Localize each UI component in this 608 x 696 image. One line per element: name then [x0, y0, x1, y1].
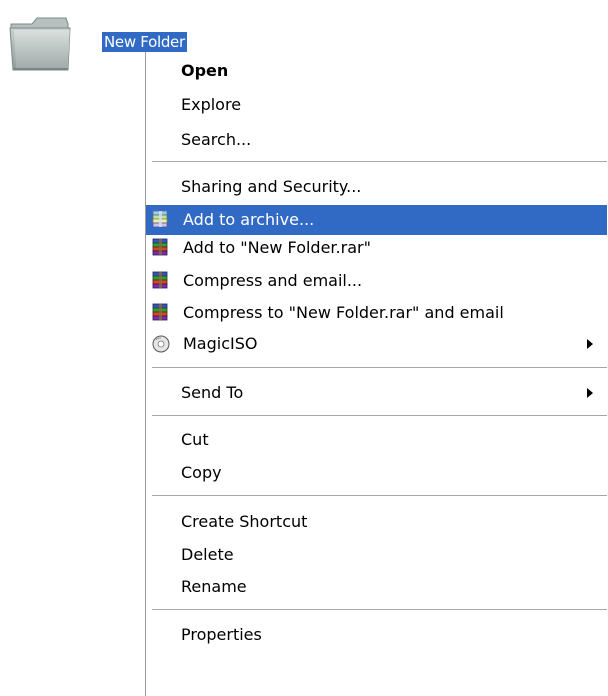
- submenu-arrow-icon: [587, 339, 593, 349]
- menu-item-label: Search...: [181, 130, 252, 149]
- menu-item-add-to-rar[interactable]: Add to "New Folder.rar": [146, 233, 607, 263]
- menu-item-magiciso[interactable]: MagicISO: [146, 329, 607, 359]
- menu-item-label: Send To: [181, 383, 244, 402]
- menu-item-rename[interactable]: Rename: [146, 572, 607, 602]
- menu-item-explore[interactable]: Explore: [146, 90, 607, 120]
- menu-item-label: MagicISO: [183, 334, 258, 353]
- winrar-icon: [150, 238, 172, 258]
- menu-item-delete[interactable]: Delete: [146, 540, 607, 570]
- menu-item-label: Explore: [181, 95, 242, 114]
- winrar-icon: [150, 210, 172, 230]
- desktop: New Folder Open Explore Search... Sharin…: [0, 0, 608, 696]
- menu-item-label: Add to archive...: [183, 210, 315, 229]
- menu-separator: [152, 609, 607, 610]
- menu-item-label: Copy: [181, 463, 222, 482]
- menu-item-properties[interactable]: Properties: [146, 620, 607, 650]
- submenu-arrow-icon: [587, 388, 593, 398]
- menu-item-label: Rename: [181, 577, 247, 596]
- menu-item-label: Create Shortcut: [181, 512, 308, 531]
- context-menu: Open Explore Search... Sharing and Secur…: [145, 52, 608, 696]
- menu-item-open[interactable]: Open: [146, 56, 607, 86]
- folder-name-label[interactable]: New Folder: [102, 32, 187, 52]
- menu-item-label: Cut: [181, 430, 209, 449]
- menu-item-search[interactable]: Search...: [146, 125, 607, 155]
- menu-item-label: Compress and email...: [183, 271, 363, 290]
- magiciso-icon: [150, 334, 172, 354]
- winrar-icon: [150, 303, 172, 323]
- menu-item-create-shortcut[interactable]: Create Shortcut: [146, 507, 607, 537]
- menu-separator: [152, 367, 607, 368]
- winrar-icon: [150, 271, 172, 291]
- menu-item-label: Sharing and Security...: [181, 177, 362, 196]
- menu-item-cut[interactable]: Cut: [146, 425, 607, 455]
- menu-item-label: Compress to "New Folder.rar" and email: [183, 303, 504, 322]
- menu-separator: [152, 495, 607, 496]
- folder-icon[interactable]: [8, 10, 78, 80]
- menu-item-sharing-security[interactable]: Sharing and Security...: [146, 172, 607, 202]
- menu-item-label: Delete: [181, 545, 234, 564]
- menu-item-label: Add to "New Folder.rar": [183, 238, 371, 257]
- menu-separator: [152, 161, 607, 162]
- menu-item-compress-to-rar-and-email[interactable]: Compress to "New Folder.rar" and email: [146, 298, 607, 328]
- menu-separator: [152, 415, 607, 416]
- menu-item-add-to-archive[interactable]: Add to archive...: [146, 205, 607, 235]
- menu-item-compress-and-email[interactable]: Compress and email...: [146, 266, 607, 296]
- menu-item-copy[interactable]: Copy: [146, 458, 607, 488]
- menu-item-send-to[interactable]: Send To: [146, 378, 607, 408]
- menu-item-label: Open: [181, 61, 229, 80]
- menu-item-label: Properties: [181, 625, 262, 644]
